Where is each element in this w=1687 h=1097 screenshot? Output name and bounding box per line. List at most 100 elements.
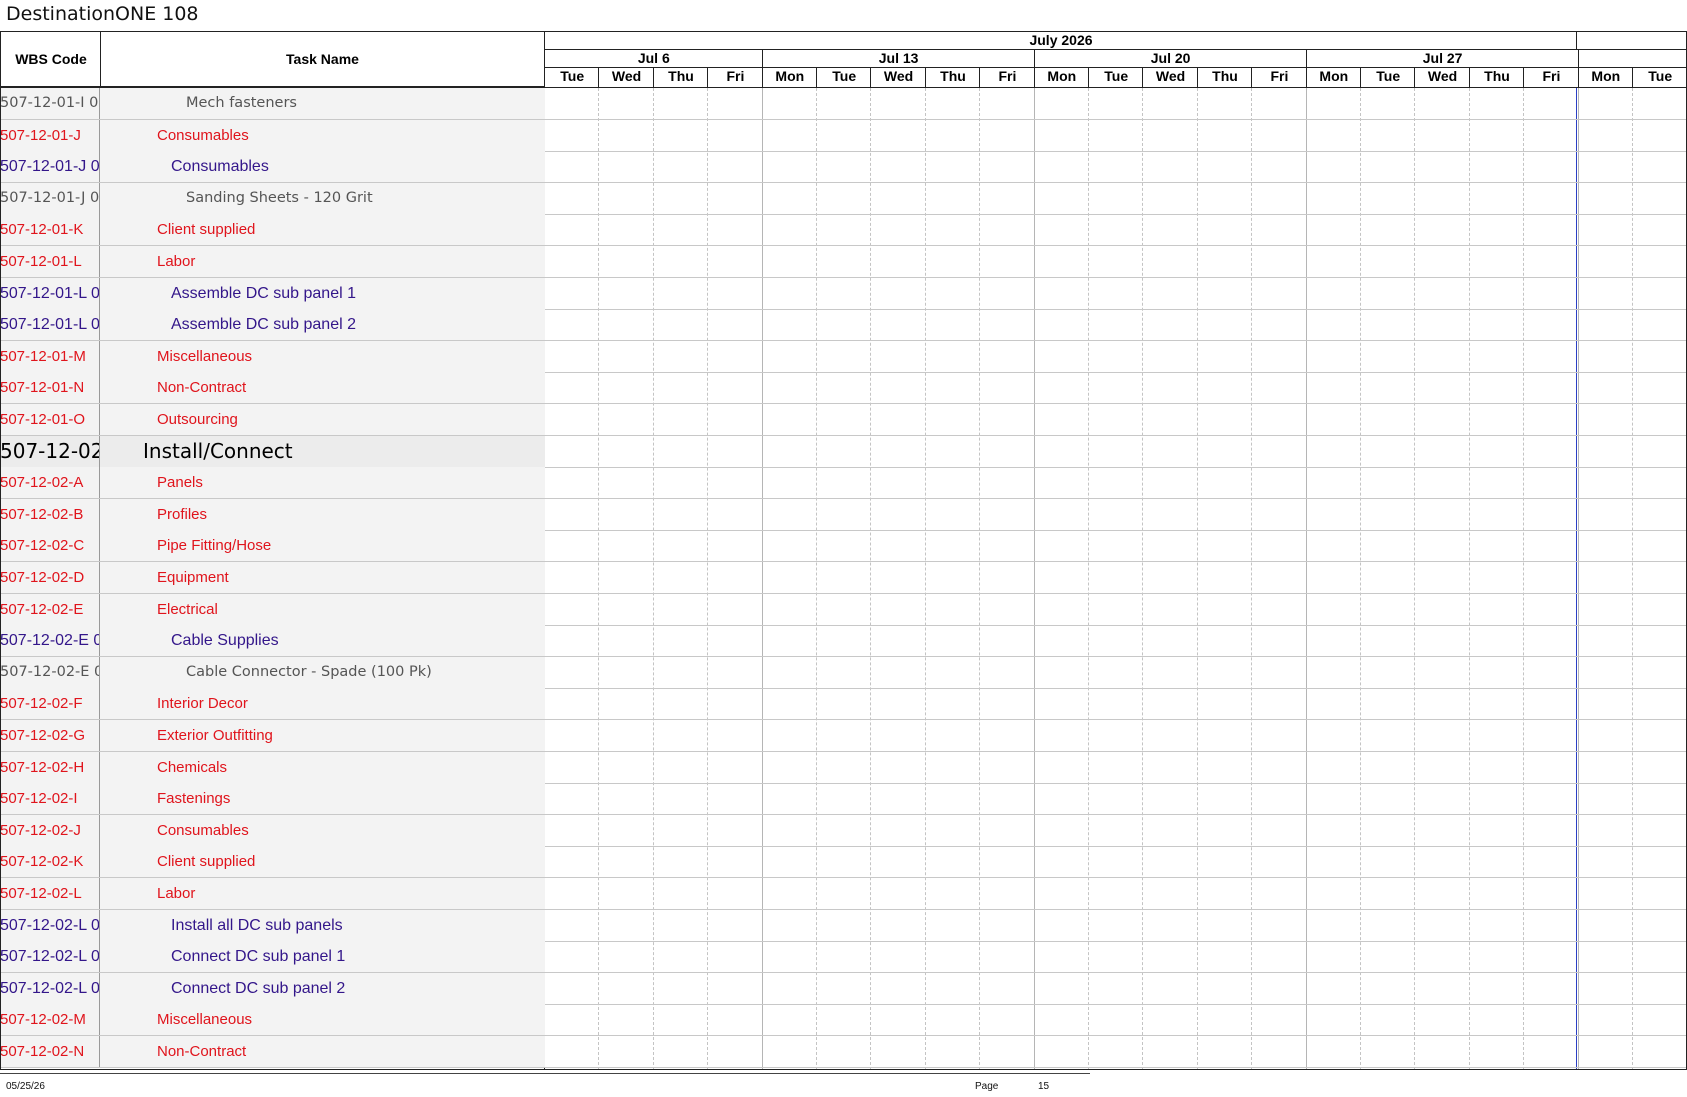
gantt-row[interactable]	[545, 941, 1687, 974]
task-name-header[interactable]: Task Name	[100, 31, 545, 87]
gantt-row[interactable]	[545, 657, 1687, 689]
day-divider	[816, 68, 817, 87]
day-divider	[1196, 68, 1198, 87]
table-row[interactable]: 507-12-02-N Non-Contract	[0, 1036, 545, 1068]
task-name-cell: Sanding Sheets - 120 Grit	[186, 189, 373, 206]
table-row[interactable]: 507-12-02-F Interior Decor	[0, 688, 545, 721]
day-label: Thu	[940, 68, 966, 84]
table-row[interactable]: 507-12-02-C Pipe Fitting/Hose	[0, 530, 545, 563]
table-row[interactable]: 507-12-01-J 0 Consumables	[0, 151, 545, 184]
day-divider	[924, 68, 926, 87]
gantt-row[interactable]	[545, 1036, 1687, 1068]
gantt-row[interactable]	[545, 910, 1687, 942]
table-bottom-border	[0, 1069, 1687, 1070]
table-row[interactable]: 507-12-02-H Chemicals	[0, 751, 545, 784]
table-row[interactable]: 507-12-01-M Miscellaneous	[0, 340, 545, 373]
task-name-cell: Interior Decor	[157, 695, 248, 713]
wbs-code-cell: 507-12-01-J	[0, 119, 100, 151]
gantt-row[interactable]	[545, 278, 1687, 310]
task-name-cell: Equipment	[157, 569, 229, 586]
gantt-row[interactable]	[545, 309, 1687, 342]
day-label: Fri	[998, 68, 1017, 84]
table-row[interactable]: 507-12-02-D Equipment	[0, 562, 545, 594]
gantt-row[interactable]	[545, 594, 1687, 626]
table-row[interactable]: 507-12-01-K Client supplied	[0, 214, 545, 247]
table-row[interactable]: 507-12-01-L 0 Assemble DC sub panel 1	[0, 277, 545, 310]
day-label: Tue	[1104, 68, 1129, 84]
gantt-row[interactable]	[545, 246, 1687, 278]
week-label	[1579, 50, 1687, 66]
wbs-code-cell: 507-12-02-F	[0, 688, 100, 720]
gantt-row[interactable]	[545, 499, 1687, 531]
table-row[interactable]: 507-12-02-M Miscellaneous	[0, 1004, 545, 1037]
gantt-row[interactable]	[545, 720, 1687, 752]
week-label: Jul 13	[878, 50, 919, 66]
task-name-cell: Assemble DC sub panel 2	[171, 316, 356, 334]
wbs-code-cell: 507-12-01-O	[0, 404, 100, 435]
table-row[interactable]: 507-12-01-J 01 Sanding Sheets - 120 Grit	[0, 182, 545, 215]
table-row[interactable]: 507-12-02-K Client supplied	[0, 846, 545, 879]
day-label: Tue	[832, 68, 857, 84]
table-row[interactable]: 507-12-02-L 0 Connect DC sub panel 1	[0, 941, 545, 974]
task-name-cell: Outsourcing	[157, 411, 238, 428]
gantt-row[interactable]	[545, 467, 1687, 500]
gantt-row[interactable]	[545, 973, 1687, 1005]
table-row[interactable]: 507-12-01-J Consumables	[0, 119, 545, 152]
table-row[interactable]: 507-12-01-L Labor	[0, 246, 545, 278]
gantt-row[interactable]	[545, 625, 1687, 658]
day-label: Thu	[668, 68, 694, 84]
gantt-row[interactable]	[545, 183, 1687, 215]
task-name-cell: Client supplied	[157, 221, 256, 239]
day-divider	[1142, 68, 1144, 87]
table-row[interactable]: 507-12-02-I Fastenings	[0, 783, 545, 816]
gantt-row[interactable]	[545, 372, 1687, 405]
table-row[interactable]: 507-12-02-E Electrical	[0, 593, 545, 626]
table-row[interactable]: 507-12-02 Install/Connect	[0, 435, 545, 468]
gantt-row[interactable]	[545, 120, 1687, 152]
table-row[interactable]: 507-12-02-J Consumables	[0, 814, 545, 847]
gantt-row[interactable]	[545, 214, 1687, 247]
table-row[interactable]: 507-12-02-E 01 Cable Connector - Spade (1…	[0, 656, 545, 689]
gantt-row[interactable]	[545, 783, 1687, 816]
gantt-row[interactable]	[545, 562, 1687, 594]
wbs-code-cell: 507-12-01-J 0	[0, 151, 100, 183]
wbs-code-cell: 507-12-02-J	[0, 814, 100, 846]
gantt-row[interactable]	[545, 151, 1687, 184]
gantt-row[interactable]	[545, 404, 1687, 436]
wbs-code-cell: 507-12-02-L 0	[0, 941, 100, 973]
gantt-row[interactable]	[545, 530, 1687, 563]
footer-page-label: Page	[975, 1081, 999, 1092]
table-row[interactable]: 507-12-02-L 0 Connect DC sub panel 2	[0, 972, 545, 1005]
gantt-row[interactable]	[545, 341, 1687, 373]
wbs-code-header[interactable]: WBS Code	[0, 31, 101, 87]
month-divider	[1576, 31, 1577, 49]
gantt-row[interactable]	[545, 815, 1687, 847]
gantt-row[interactable]	[545, 688, 1687, 721]
gantt-row[interactable]	[545, 436, 1687, 468]
table-row[interactable]: 507-12-02-L 0 Install all DC sub panels	[0, 909, 545, 942]
wbs-code-cell: 507-12-02-E	[0, 593, 100, 625]
table-row[interactable]: 507-12-01-N Non-Contract	[0, 372, 545, 405]
wbs-code-cell: 507-12-02-M	[0, 1004, 100, 1036]
gantt-row[interactable]	[545, 88, 1687, 120]
table-row[interactable]: 507-12-02-B Profiles	[0, 498, 545, 531]
gantt-row[interactable]	[545, 752, 1687, 784]
day-label: Thu	[1484, 68, 1510, 84]
day-label: Mon	[1591, 68, 1621, 84]
footer-date: 05/25/26	[6, 1081, 45, 1092]
task-name-cell: Assemble DC sub panel 1	[171, 284, 356, 302]
task-name-cell: Non-Contract	[157, 379, 247, 397]
table-row[interactable]: 507-12-02-L Labor	[0, 878, 545, 910]
gantt-row[interactable]	[545, 878, 1687, 910]
table-row[interactable]: 507-12-01-O Outsourcing	[0, 404, 545, 436]
gantt-row[interactable]	[545, 846, 1687, 879]
task-name-cell: Exterior Outfitting	[157, 727, 273, 744]
table-row[interactable]: 507-12-01-I 01 Mech fasteners	[0, 88, 545, 120]
day-label: Tue	[1648, 68, 1673, 84]
table-row[interactable]: 507-12-02-E 0 Cable Supplies	[0, 625, 545, 658]
table-row[interactable]: 507-12-02-G Exterior Outfitting	[0, 720, 545, 752]
gantt-row[interactable]	[545, 1004, 1687, 1037]
wbs-code-cell: 507-12-02-A	[0, 467, 100, 499]
table-row[interactable]: 507-12-02-A Panels	[0, 467, 545, 500]
table-row[interactable]: 507-12-01-L 0 Assemble DC sub panel 2	[0, 309, 545, 342]
